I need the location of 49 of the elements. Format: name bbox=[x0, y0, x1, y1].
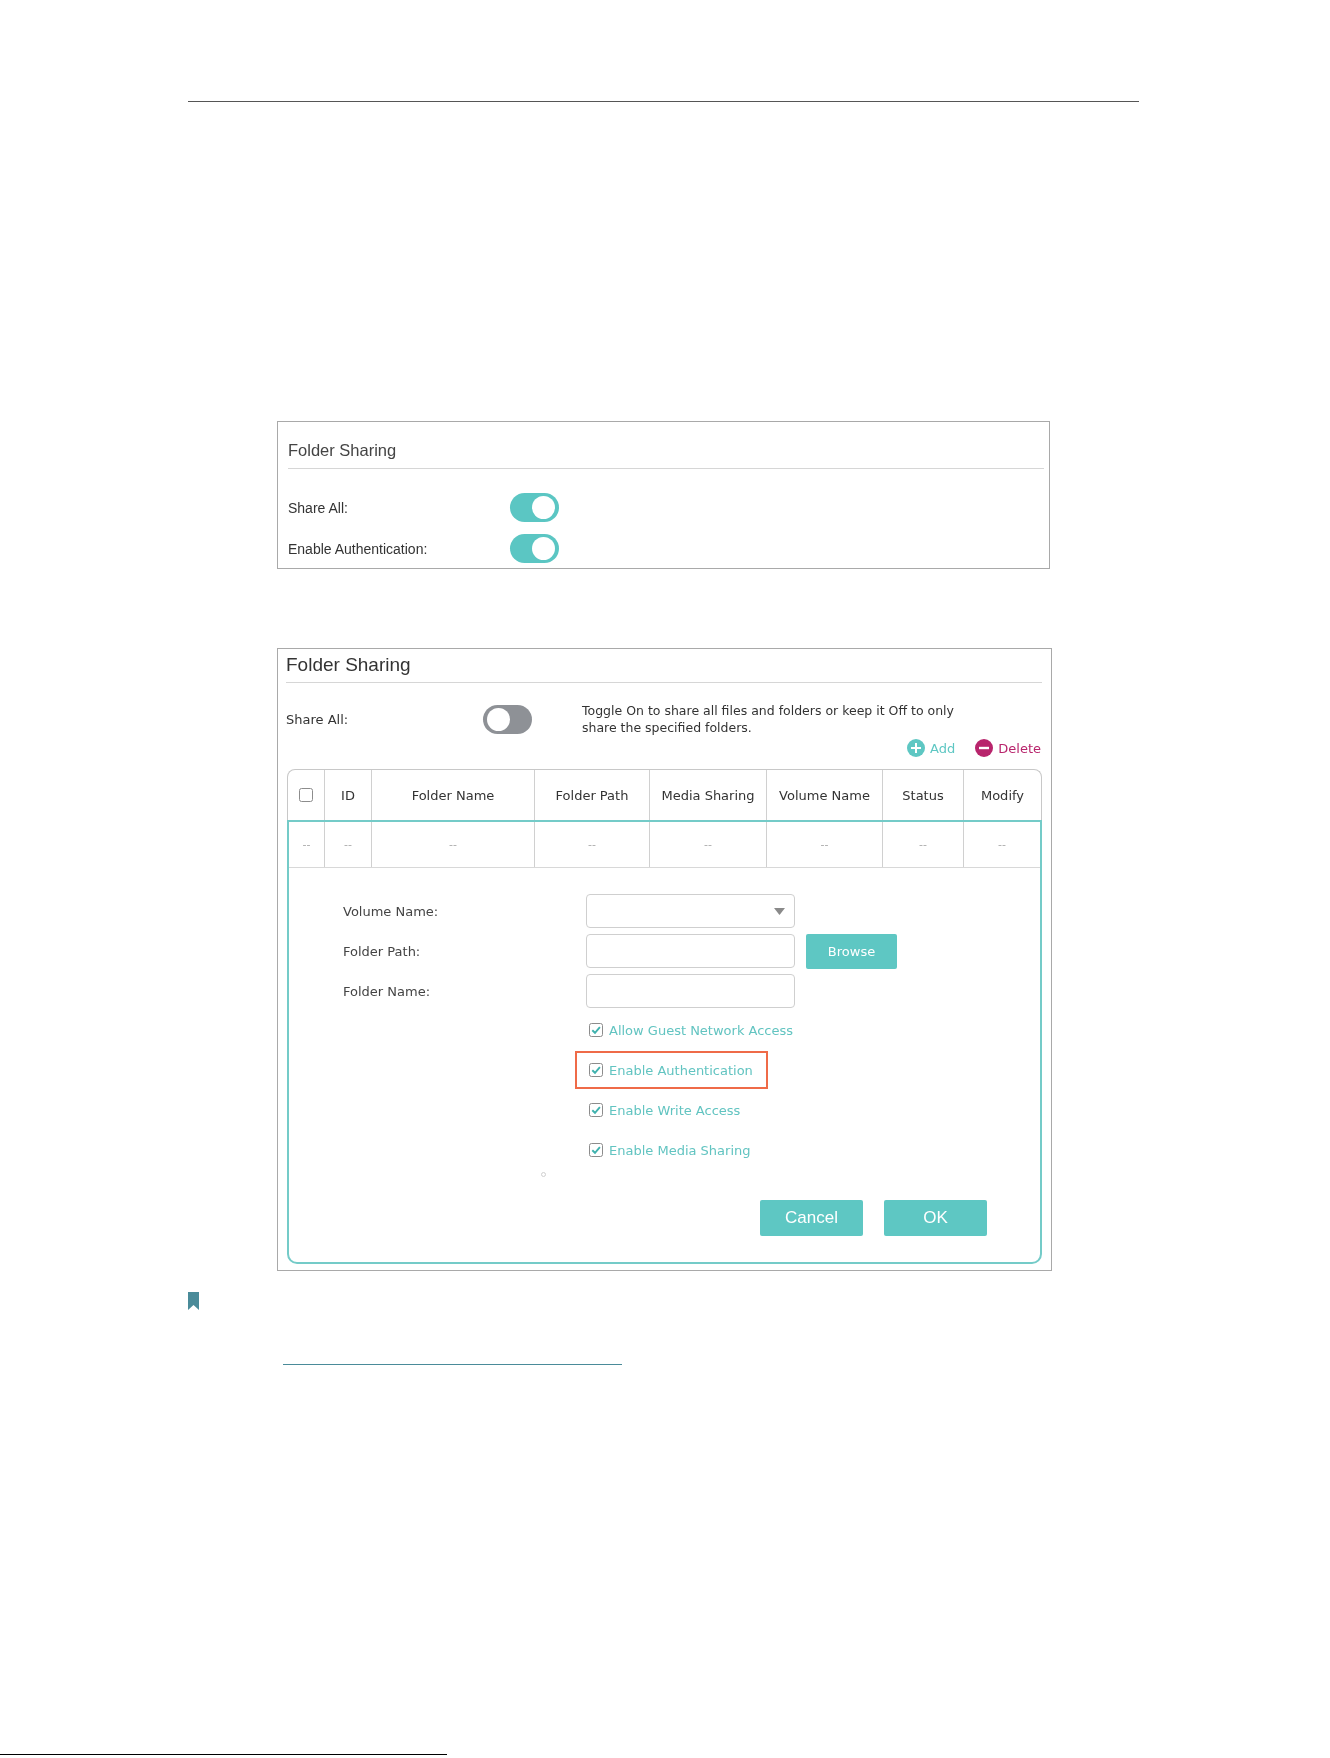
dot-icon bbox=[541, 1172, 546, 1177]
column-header: ID bbox=[325, 770, 372, 820]
plus-icon bbox=[907, 739, 926, 757]
checkbox-label[interactable]: Enable Authentication bbox=[609, 1062, 753, 1078]
panel-title: Folder Sharing bbox=[288, 440, 398, 460]
checkbox[interactable] bbox=[589, 1103, 603, 1117]
table-cell: -- bbox=[372, 822, 535, 867]
toggle-switch[interactable] bbox=[510, 493, 559, 522]
table-cell: -- bbox=[650, 822, 767, 867]
table-cell: -- bbox=[883, 822, 964, 867]
checkbox[interactable] bbox=[589, 1023, 603, 1037]
checkbox[interactable] bbox=[589, 1143, 603, 1157]
cancel-button[interactable]: Cancel bbox=[760, 1200, 863, 1236]
column-header: Status bbox=[883, 770, 964, 820]
column-header: Folder Path bbox=[535, 770, 650, 820]
panel-title: Folder Sharing bbox=[286, 653, 412, 677]
input-field[interactable] bbox=[586, 934, 795, 968]
field-label: Folder Path: bbox=[343, 943, 422, 959]
minus-icon bbox=[975, 739, 994, 757]
bookmark-icon bbox=[188, 1292, 199, 1310]
table-cell-text: -- bbox=[997, 837, 1007, 853]
caret-icon bbox=[774, 907, 785, 915]
checkbox[interactable] bbox=[299, 788, 313, 802]
table-cell: -- bbox=[535, 822, 650, 867]
field-label: Share All: bbox=[288, 499, 349, 516]
input-field[interactable] bbox=[586, 974, 795, 1008]
column-header: Media Sharing bbox=[650, 770, 767, 820]
browse-button[interactable]: Browse bbox=[806, 933, 897, 969]
add-button[interactable]: Add bbox=[907, 739, 956, 757]
description-text: Toggle On to share all files and folders or keep it Off to only share the specified folders. bbox=[582, 702, 954, 736]
toggle-switch[interactable] bbox=[483, 704, 532, 734]
column-header: Folder Name bbox=[372, 770, 535, 820]
column-header: Volume Name bbox=[767, 770, 883, 820]
checkbox[interactable] bbox=[589, 1063, 603, 1077]
toggle-switch[interactable] bbox=[510, 534, 559, 563]
checkbox-label[interactable]: Allow Guest Network Access bbox=[609, 1022, 794, 1038]
column-header: Modify bbox=[979, 786, 1026, 805]
delete-button[interactable]: Delete bbox=[975, 739, 1041, 757]
checkbox-label[interactable]: Enable Write Access bbox=[609, 1102, 741, 1118]
ok-button[interactable]: OK bbox=[884, 1200, 987, 1236]
select-field[interactable] bbox=[586, 894, 795, 928]
field-label: Share All: bbox=[286, 711, 350, 727]
field-label: Volume Name: bbox=[343, 903, 440, 919]
table-cell: -- bbox=[767, 822, 883, 867]
checkbox-label[interactable]: Enable Media Sharing bbox=[609, 1142, 751, 1158]
field-label: Folder Name: bbox=[343, 983, 432, 999]
table-cell: -- bbox=[289, 822, 325, 867]
table-cell: -- bbox=[325, 822, 372, 867]
field-label: Enable Authentication: bbox=[288, 540, 429, 557]
